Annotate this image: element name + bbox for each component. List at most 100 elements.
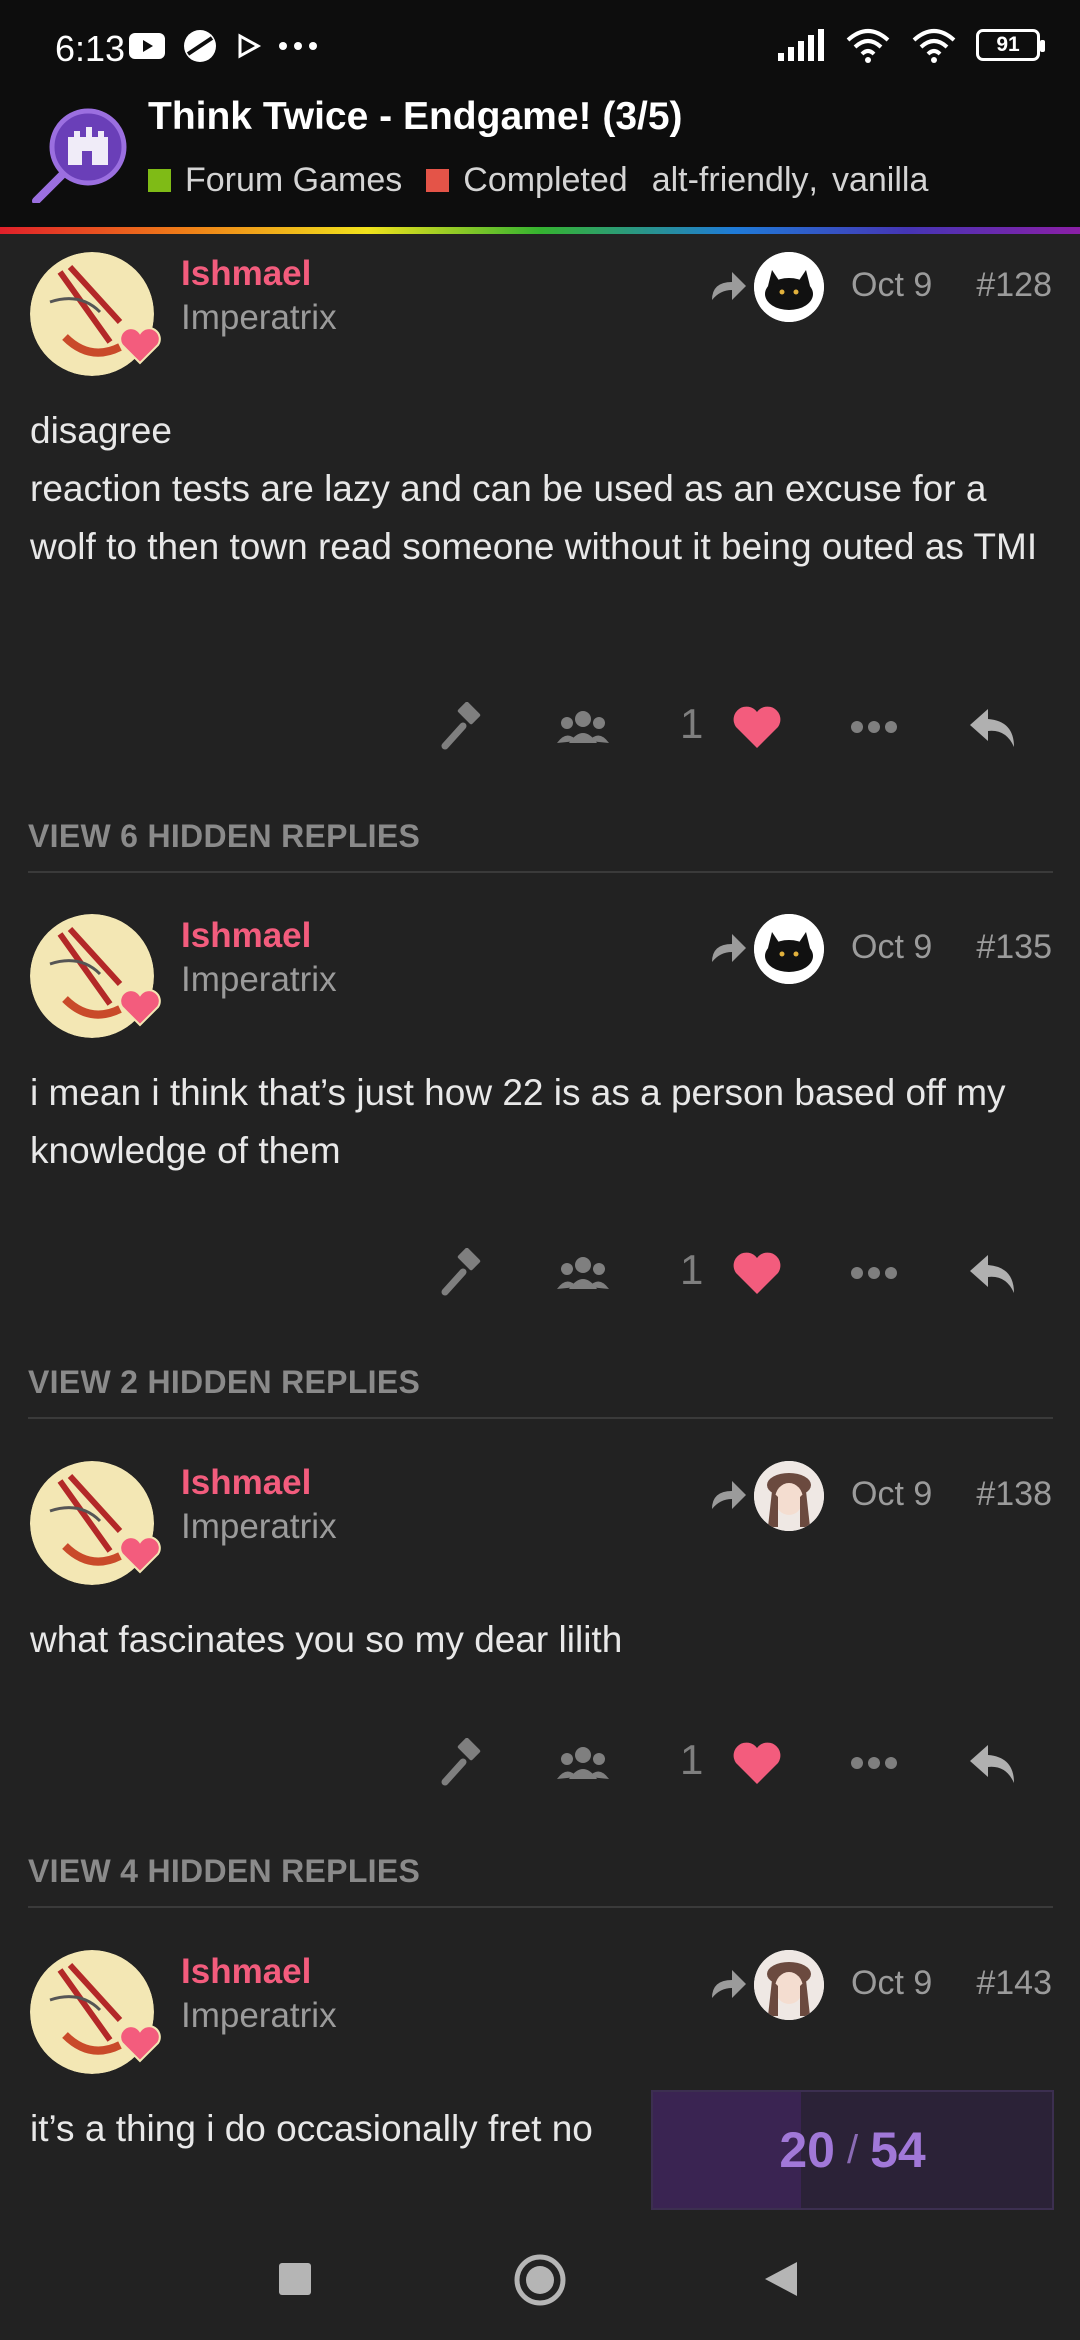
user-title: Imperatrix [181,960,337,999]
post-date[interactable]: Oct 9 [851,928,932,967]
category-color-square [148,169,171,192]
like-button[interactable] [730,1243,784,1303]
post-number[interactable]: #128 [976,266,1052,305]
play-store-icon [238,33,262,59]
gavel-icon [441,702,481,750]
like-button[interactable] [730,1733,784,1793]
topic-title[interactable]: Think Twice - Endgame! (3/5) [148,95,683,139]
username[interactable]: Ishmael [181,254,311,294]
post-number[interactable]: #138 [976,1475,1052,1514]
users-button[interactable] [557,1243,609,1303]
reply-to-avatar[interactable] [754,914,824,984]
post-number[interactable]: #143 [976,1964,1052,2003]
like-count[interactable]: 1 [680,1246,703,1294]
users-icon [557,1747,609,1779]
heart-badge-icon [119,1536,161,1574]
like-count[interactable]: 1 [680,1736,703,1784]
app-icon [184,30,216,62]
reply-to-avatar[interactable] [754,1950,824,2020]
heart-badge-icon [119,2025,161,2063]
user-title: Imperatrix [181,1996,337,2035]
more-actions-button[interactable] [848,1733,900,1793]
anime-girl-avatar-icon [754,1461,824,1531]
users-button[interactable] [557,1733,609,1793]
reply-icon [970,1745,1014,1783]
post-actions: 1 [0,1733,1080,1793]
ellipsis-icon [851,1267,897,1279]
post-body: disagree reaction tests are lazy and can… [30,402,1060,576]
progress-separator: / [846,2127,859,2172]
wifi-icon [846,29,890,63]
youtube-icon [129,33,165,59]
gavel-icon [441,1248,481,1296]
heart-badge-icon [119,989,161,1027]
username[interactable]: Ishmael [181,1952,311,1992]
home-icon[interactable] [513,2253,567,2307]
username[interactable]: Ishmael [181,1463,311,1503]
progress-text: 20 / 54 [653,2092,1052,2208]
status-label[interactable]: Completed [463,161,627,200]
forum-logo-icon[interactable] [30,103,130,203]
post-paragraph: reaction tests are lazy and can be used … [30,468,1038,567]
battery-level: 91 [996,33,1020,56]
battery-icon: 91 [976,29,1045,61]
reply-button[interactable] [966,697,1020,757]
users-button[interactable] [557,697,609,757]
ellipsis-icon [851,721,897,733]
divider [28,1906,1053,1908]
category-label[interactable]: Forum Games [185,161,402,200]
tag-alt-friendly[interactable]: alt-friendly [652,161,809,200]
reply-icon [970,1255,1014,1293]
status-bar: 6:13 91 [0,0,1080,95]
like-button[interactable] [730,697,784,757]
divider [28,1417,1053,1419]
view-hidden-replies-button[interactable]: VIEW 2 HIDDEN REPLIES [28,1364,420,1401]
gavel-button[interactable] [438,697,490,757]
topic-progress[interactable]: 20 / 54 [651,2090,1054,2210]
gavel-button[interactable] [438,1733,490,1793]
view-hidden-replies-button[interactable]: VIEW 4 HIDDEN REPLIES [28,1853,420,1890]
divider [28,871,1053,873]
back-icon[interactable] [763,2260,799,2298]
rainbow-divider [0,227,1080,234]
reply-to-avatar[interactable] [754,252,824,322]
post-date[interactable]: Oct 9 [851,266,932,305]
username[interactable]: Ishmael [181,916,311,956]
like-count[interactable]: 1 [680,700,703,748]
tag-vanilla[interactable]: vanilla [832,161,928,200]
reply-button[interactable] [966,1243,1020,1303]
reply-to-avatar[interactable] [754,1461,824,1531]
reply-button[interactable] [966,1733,1020,1793]
black-cat-avatar-icon [754,914,824,984]
more-actions-button[interactable] [848,1243,900,1303]
progress-current: 20 [779,2122,835,2178]
clock: 6:13 [55,28,126,69]
signal-icon [778,29,824,61]
system-nav-bar [0,2218,1080,2340]
black-cat-avatar-icon [754,252,824,322]
post-date[interactable]: Oct 9 [851,1475,932,1514]
post-paragraph: what fascinates you so my dear lilith [30,1619,623,1660]
topic-meta: Forum Games Completed alt-friendly, vani… [148,161,928,200]
reply-icon [970,709,1014,747]
post-number[interactable]: #135 [976,928,1052,967]
view-hidden-replies-button[interactable]: VIEW 6 HIDDEN REPLIES [28,818,420,855]
heart-icon [733,706,781,748]
post-paragraph: i mean i think that’s just how 22 is as … [30,1072,1006,1171]
more-actions-button[interactable] [848,697,900,757]
user-title: Imperatrix [181,298,337,337]
topic-header: Think Twice - Endgame! (3/5) Forum Games… [0,95,1080,228]
heart-badge-icon [119,327,161,365]
ellipsis-icon [851,1757,897,1769]
anime-girl-avatar-icon [754,1950,824,2020]
post-actions: 1 [0,1243,1080,1303]
users-icon [557,711,609,743]
post-body: i mean i think that’s just how 22 is as … [30,1064,1060,1180]
gavel-button[interactable] [438,1243,490,1303]
heart-icon [733,1252,781,1294]
recent-apps-icon[interactable] [278,2262,312,2296]
post-date[interactable]: Oct 9 [851,1964,932,2003]
tag-separator: , [808,161,818,199]
reply-to-arrow-icon [712,1970,746,1998]
post-paragraph: disagree [30,410,172,451]
